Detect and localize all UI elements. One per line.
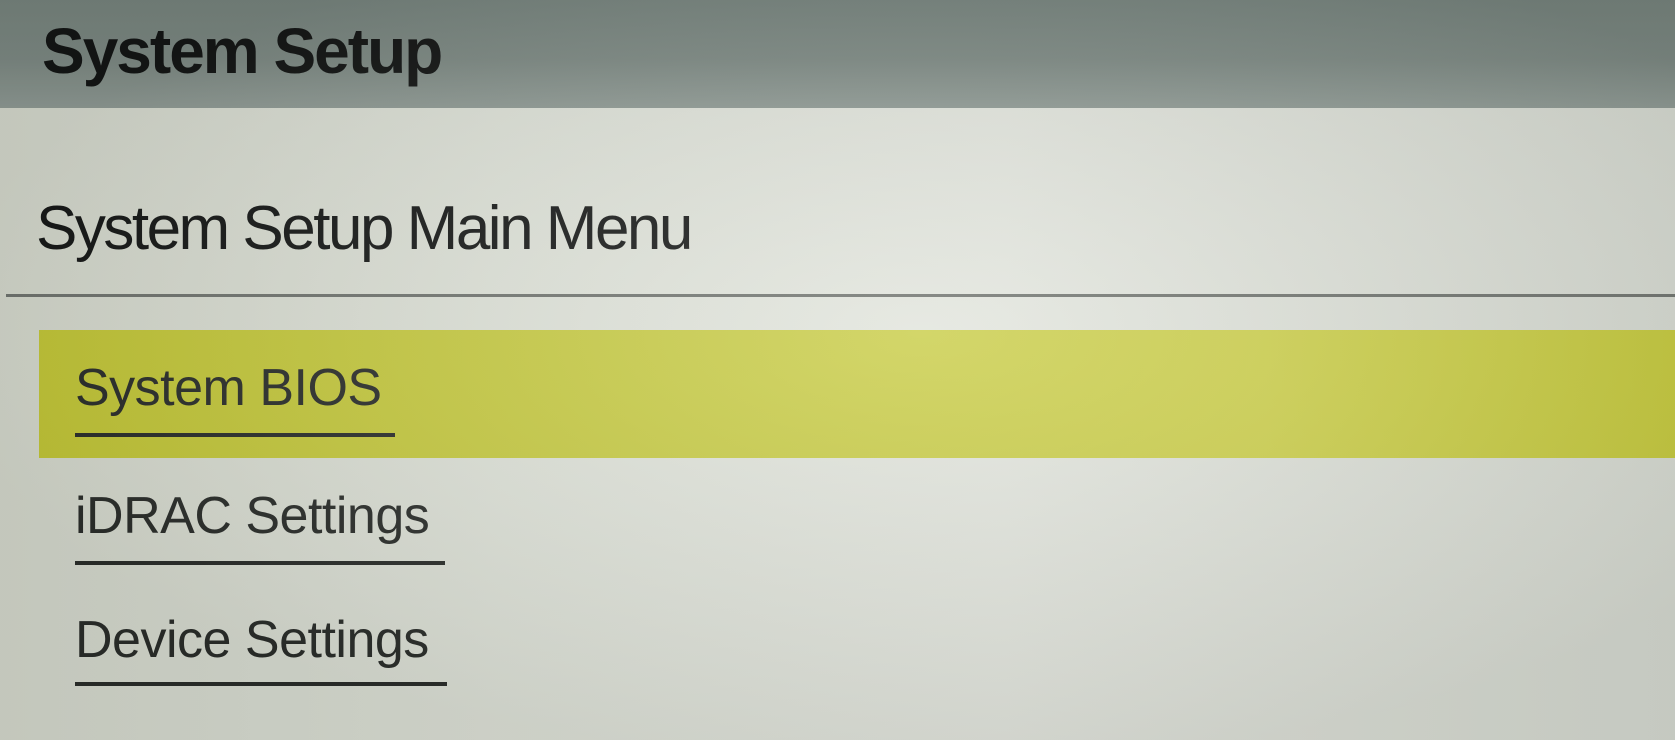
menu-item-system-bios[interactable]: System BIOS (39, 330, 1675, 458)
menu-item-device-settings[interactable]: Device Settings (39, 582, 1675, 710)
app-title: System Setup (42, 15, 443, 87)
system-setup-screen: System Setup System Setup Main Menu Syst… (0, 0, 1675, 740)
menu-item-underline (75, 682, 447, 686)
page-header: System Setup Main Menu (0, 108, 1675, 298)
header-divider (6, 294, 1675, 297)
menu-item-idrac-settings[interactable]: iDRAC Settings (39, 458, 1675, 586)
page-title: System Setup Main Menu (36, 194, 693, 263)
menu-item-label: Device Settings (75, 611, 429, 669)
menu-item-label: System BIOS (75, 359, 382, 417)
menu-item-underline (75, 433, 395, 437)
menu-item-label: iDRAC Settings (75, 487, 430, 545)
menu-item-underline (75, 561, 445, 565)
title-bar: System Setup (0, 0, 1675, 108)
